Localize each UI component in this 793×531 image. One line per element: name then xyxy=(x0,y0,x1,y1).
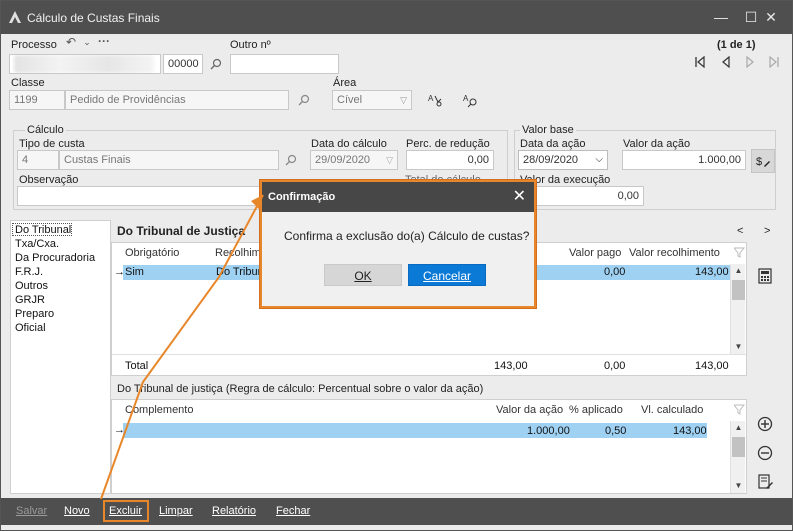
main-window: Cálculo de Custas Finais — ☐ ✕ Processo … xyxy=(0,0,793,531)
annotation-arrow xyxy=(100,194,264,500)
